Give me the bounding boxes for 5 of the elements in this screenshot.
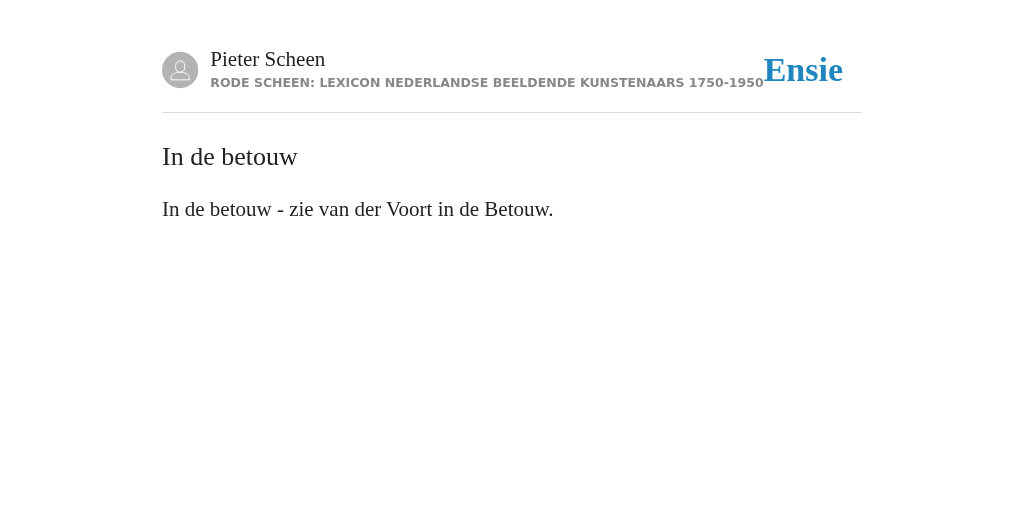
article-body: In de betouw - zie van der Voort in de Betouw. [162,196,555,223]
article-title: In de betouw [162,141,299,173]
source-title: RODE SCHEEN: LEXICON NEDERLANDSE BEELDENDE KUNSTENAARS 1750-1950 [210,75,764,93]
author-name: Pieter Scheen [210,47,327,72]
logo[interactable]: Ensie [763,53,843,87]
